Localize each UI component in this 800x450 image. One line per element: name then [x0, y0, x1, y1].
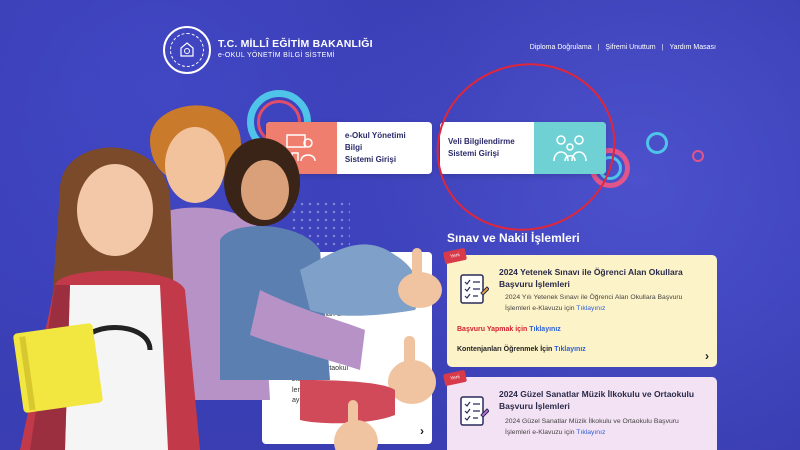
announcement-title: 2024 Güzel Sanatlar Müzik İlkokulu ve Or… — [499, 389, 695, 411]
guide-link[interactable]: Tıklayınız — [576, 305, 605, 312]
chevron-right-icon[interactable]: › — [705, 349, 709, 363]
meb-logo[interactable] — [163, 26, 211, 74]
nav-forgot-password[interactable]: Şifremi Unuttum — [605, 44, 655, 51]
nav-separator: | — [597, 44, 600, 51]
brand-subtitle: e-OKUL YÖNETİM BİLGİ SİSTEMİ — [218, 52, 335, 59]
checklist-document-icon — [459, 273, 490, 307]
announcement-title: 2024 Yetenek Sınavı ile Öğrenci Alan Oku… — [499, 267, 683, 289]
quota-label: Kontenjanları Öğrenmek İçin — [457, 346, 553, 353]
section-title: Sınav ve Nakil İşlemleri — [447, 231, 580, 245]
students-photo — [13, 105, 442, 450]
brand-title: T.C. MİLLÎ EĞİTİM BAKANLIĞI — [218, 38, 373, 50]
announcement-card-fine-arts: Yeni 2024 Güzel Sanatlar Müzik İlkokulu … — [442, 369, 717, 450]
nav-help-desk[interactable]: Yardım Masası — [669, 44, 716, 51]
guide-link[interactable]: Tıklayınız — [576, 429, 605, 436]
nav-diploma-verify[interactable]: Diploma Doğrulama — [530, 44, 592, 51]
top-nav: Diploma Doğrulama | Şifremi Unuttum | Ya… — [530, 44, 716, 51]
quota-row: Kontenjanları Öğrenmek İçin Tıklayınız — [457, 346, 586, 353]
decor-ring — [692, 150, 704, 162]
quota-link[interactable]: Tıklayınız — [554, 346, 586, 353]
announcement-desc: 2024 Yılı Yetenek Sınavı ile Öğrenci Ala… — [505, 293, 705, 315]
decor-ring — [646, 132, 668, 154]
apply-row: Başvuru Yapmak için Tıklayınız — [457, 326, 561, 333]
announcement-desc: 2024 Güzel Sanatlar Müzik İlkokulu ve Or… — [505, 417, 705, 439]
nav-separator: | — [661, 44, 664, 51]
logo-emblem-icon — [170, 33, 204, 67]
announcement-card-talent-exam: Yeni 2024 Yetenek Sınavı ile Öğrenci Ala… — [442, 247, 717, 367]
apply-label: Başvuru Yapmak için — [457, 326, 528, 333]
checklist-document-icon — [459, 395, 490, 429]
apply-link[interactable]: Tıklayınız — [529, 326, 561, 333]
